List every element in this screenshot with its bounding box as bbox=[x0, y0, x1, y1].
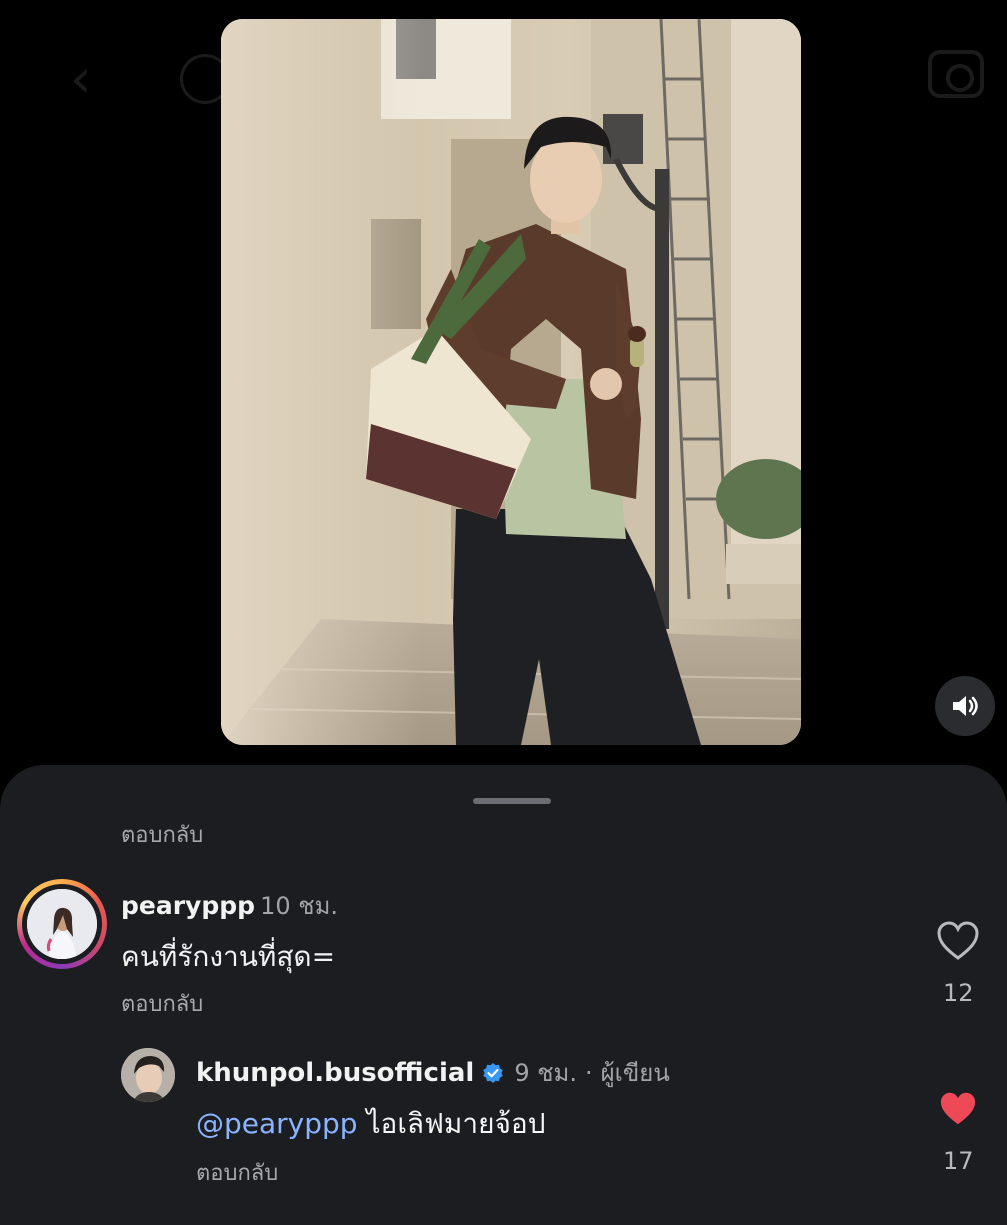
comment-username[interactable]: khunpol.busofficial bbox=[196, 1058, 474, 1088]
like-button[interactable] bbox=[936, 921, 980, 965]
comment-time: 9 ชม. bbox=[514, 1059, 577, 1087]
post-photo[interactable] bbox=[221, 19, 801, 745]
heart-outline-icon bbox=[937, 921, 979, 960]
meta-separator: · bbox=[584, 1058, 593, 1087]
mention-link[interactable]: @pearyppp bbox=[196, 1107, 358, 1140]
camera-icon bbox=[928, 50, 984, 98]
speaker-on-icon bbox=[953, 696, 978, 716]
back-arrow-icon: ‹ bbox=[70, 47, 92, 110]
comment-username[interactable]: pearyppp bbox=[121, 891, 255, 920]
comment-text: คนที่รักงานที่สุด= bbox=[121, 940, 336, 973]
story-avatar[interactable] bbox=[17, 879, 107, 969]
comment-header: pearyppp 10 ชม. bbox=[121, 886, 338, 925]
volume-button[interactable] bbox=[935, 676, 995, 736]
like-count: 17 bbox=[943, 1147, 974, 1175]
verified-badge-icon bbox=[483, 1062, 504, 1083]
like-count: 12 bbox=[943, 979, 974, 1007]
comments-sheet: ตอบกลับ pearyppp 10 ชม. คนที่รักงานที่สุ… bbox=[0, 765, 1007, 1225]
author-badge: ผู้เขียน bbox=[600, 1059, 670, 1087]
comment-text: @pearyppp ไอเลิฟมายจ้อป bbox=[196, 1102, 546, 1146]
heart-filled-icon bbox=[940, 1092, 976, 1125]
avatar[interactable] bbox=[121, 1048, 175, 1102]
comment-body: ไอเลิฟมายจ้อป bbox=[357, 1107, 546, 1140]
comment-reply-button[interactable]: ตอบกลับ bbox=[121, 986, 203, 1021]
comment-reply-button[interactable]: ตอบกลับ bbox=[196, 1155, 278, 1190]
like-button[interactable] bbox=[938, 1091, 978, 1131]
sheet-drag-handle[interactable] bbox=[473, 798, 551, 804]
reply-button[interactable]: ตอบกลับ bbox=[121, 817, 203, 852]
comment-time: 10 ชม. bbox=[260, 892, 339, 920]
comment-header: khunpol.busofficial 9 ชม. · ผู้เขียน bbox=[196, 1053, 670, 1092]
avatar bbox=[27, 889, 97, 959]
